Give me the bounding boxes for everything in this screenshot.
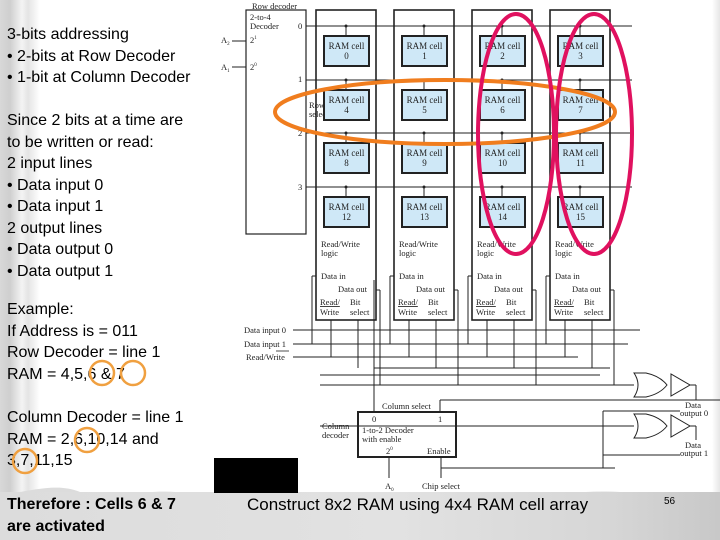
ram-cell-label: RAM cell (563, 148, 599, 158)
ram-cell-number: 1 (422, 51, 427, 61)
ram-cell-number: 12 (342, 212, 351, 222)
read-label: Read/ (398, 297, 418, 307)
slide-caption: Construct 8x2 RAM using 4x4 RAM cell arr… (247, 495, 589, 514)
row-output-3: 3 (298, 182, 302, 192)
ram-cell-label: RAM cell (485, 202, 521, 212)
ram-cell-number: 15 (576, 212, 586, 222)
data-output-1-label: output 1 (680, 448, 708, 458)
ram-cell-label: RAM cell (329, 41, 365, 51)
row-decoder-type: Decoder (250, 21, 279, 31)
data-out-label: Data out (416, 284, 446, 294)
junction-dot (500, 185, 504, 189)
slide-number: 56 (664, 496, 676, 507)
ram-cell-number: 7 (578, 105, 583, 115)
read-write-label: Read/Write (246, 352, 285, 362)
column-decoder-out0: 0 (372, 414, 376, 424)
ram-cell-number: 9 (422, 158, 427, 168)
select-label: select (506, 307, 526, 317)
select-label: select (428, 307, 448, 317)
bit-label: Bit (506, 297, 517, 307)
junction-dot (578, 185, 582, 189)
ram-cell-label: RAM cell (329, 148, 365, 158)
read-label: Read/ (554, 297, 574, 307)
data-out-label: Data out (494, 284, 524, 294)
data-in-label: Data in (399, 271, 425, 281)
column-decoder-out1: 1 (438, 414, 442, 424)
data-in-label: Data in (555, 271, 581, 281)
rw-logic-label: logic (321, 248, 338, 258)
conclusion-line: Therefore : Cells 6 & 7 (7, 496, 176, 513)
data-out-label: Data out (338, 284, 368, 294)
read-label: Read/ (320, 297, 340, 307)
ram-cell-number: 11 (576, 158, 585, 168)
buffer-1 (670, 414, 691, 438)
select-label: select (350, 307, 370, 317)
data-out-label: Data out (572, 284, 602, 294)
data-in-label: Data in (477, 271, 503, 281)
ram-cell-number: 10 (498, 158, 508, 168)
junction-dot (344, 24, 348, 28)
ram-cell-number: 13 (420, 212, 430, 222)
buffer-0 (670, 373, 691, 397)
ram-cell-number: 6 (500, 105, 505, 115)
or-gate-1 (633, 413, 668, 439)
bit-label: Bit (428, 297, 439, 307)
row-output-1: 1 (298, 74, 302, 84)
ram-cell-number: 5 (422, 105, 427, 115)
or-gate-0 (633, 372, 668, 398)
redaction-box (214, 458, 298, 493)
rw-logic-label: logic (399, 248, 416, 258)
ram-cell-number: 4 (344, 105, 349, 115)
address-a1-label: A1 (221, 62, 230, 74)
column-decoder-label: decoder (322, 430, 349, 440)
conclusion-text: Therefore : Cells 6 & 7 are activated (7, 494, 176, 537)
data-output-0-label: output 0 (680, 408, 708, 418)
conclusion-line: are activated (7, 517, 105, 535)
ram-cell-label: RAM cell (329, 95, 365, 105)
data-in-label: Data in (321, 271, 347, 281)
column-select-label: Column select (382, 401, 432, 411)
select-label: select (584, 307, 604, 317)
ram-cell-label: RAM cell (563, 202, 599, 212)
data-input-1-label: Data input 1 (244, 339, 286, 349)
data-input-0-label: Data input 0 (244, 325, 286, 335)
ram-cell-number: 2 (500, 51, 505, 61)
ram-cell-label: RAM cell (485, 148, 521, 158)
address-a2-label: A2 (221, 35, 230, 47)
row-decoder-box (245, 9, 307, 235)
junction-dot (344, 131, 348, 135)
write-label: Write (554, 307, 573, 317)
rw-logic-label: logic (555, 248, 572, 258)
ram-cell-number: 0 (344, 51, 349, 61)
write-label: Write (320, 307, 339, 317)
row-output-0: 0 (298, 21, 302, 31)
bit-label: Bit (350, 297, 361, 307)
junction-dot (578, 78, 582, 82)
junction-dot (422, 185, 426, 189)
write-label: Write (398, 307, 417, 317)
junction-dot (500, 131, 504, 135)
bit-label: Bit (584, 297, 595, 307)
write-label: Write (476, 307, 495, 317)
ram-cell-number: 8 (344, 158, 349, 168)
ram-diagram: Row decoder 2-to-4 Decoder A2 A1 21 20 0… (221, 1, 720, 493)
junction-dot (422, 131, 426, 135)
ram-cell-label: RAM cell (329, 202, 365, 212)
enable-label: Enable (427, 446, 451, 456)
rw-logic-label: logic (477, 248, 494, 258)
column-decoder-type: with enable (362, 434, 402, 444)
junction-dot (422, 24, 426, 28)
ram-cell-label: RAM cell (485, 95, 521, 105)
ram-cell-label: RAM cell (407, 202, 443, 212)
ram-cell-label: RAM cell (407, 148, 443, 158)
read-label: Read/ (476, 297, 496, 307)
ram-cell-number: 14 (498, 212, 508, 222)
junction-dot (344, 78, 348, 82)
junction-dot (344, 185, 348, 189)
ram-cell-label: RAM cell (407, 41, 443, 51)
ram-cell-label: RAM cell (407, 95, 443, 105)
ram-cell-number: 3 (578, 51, 583, 61)
